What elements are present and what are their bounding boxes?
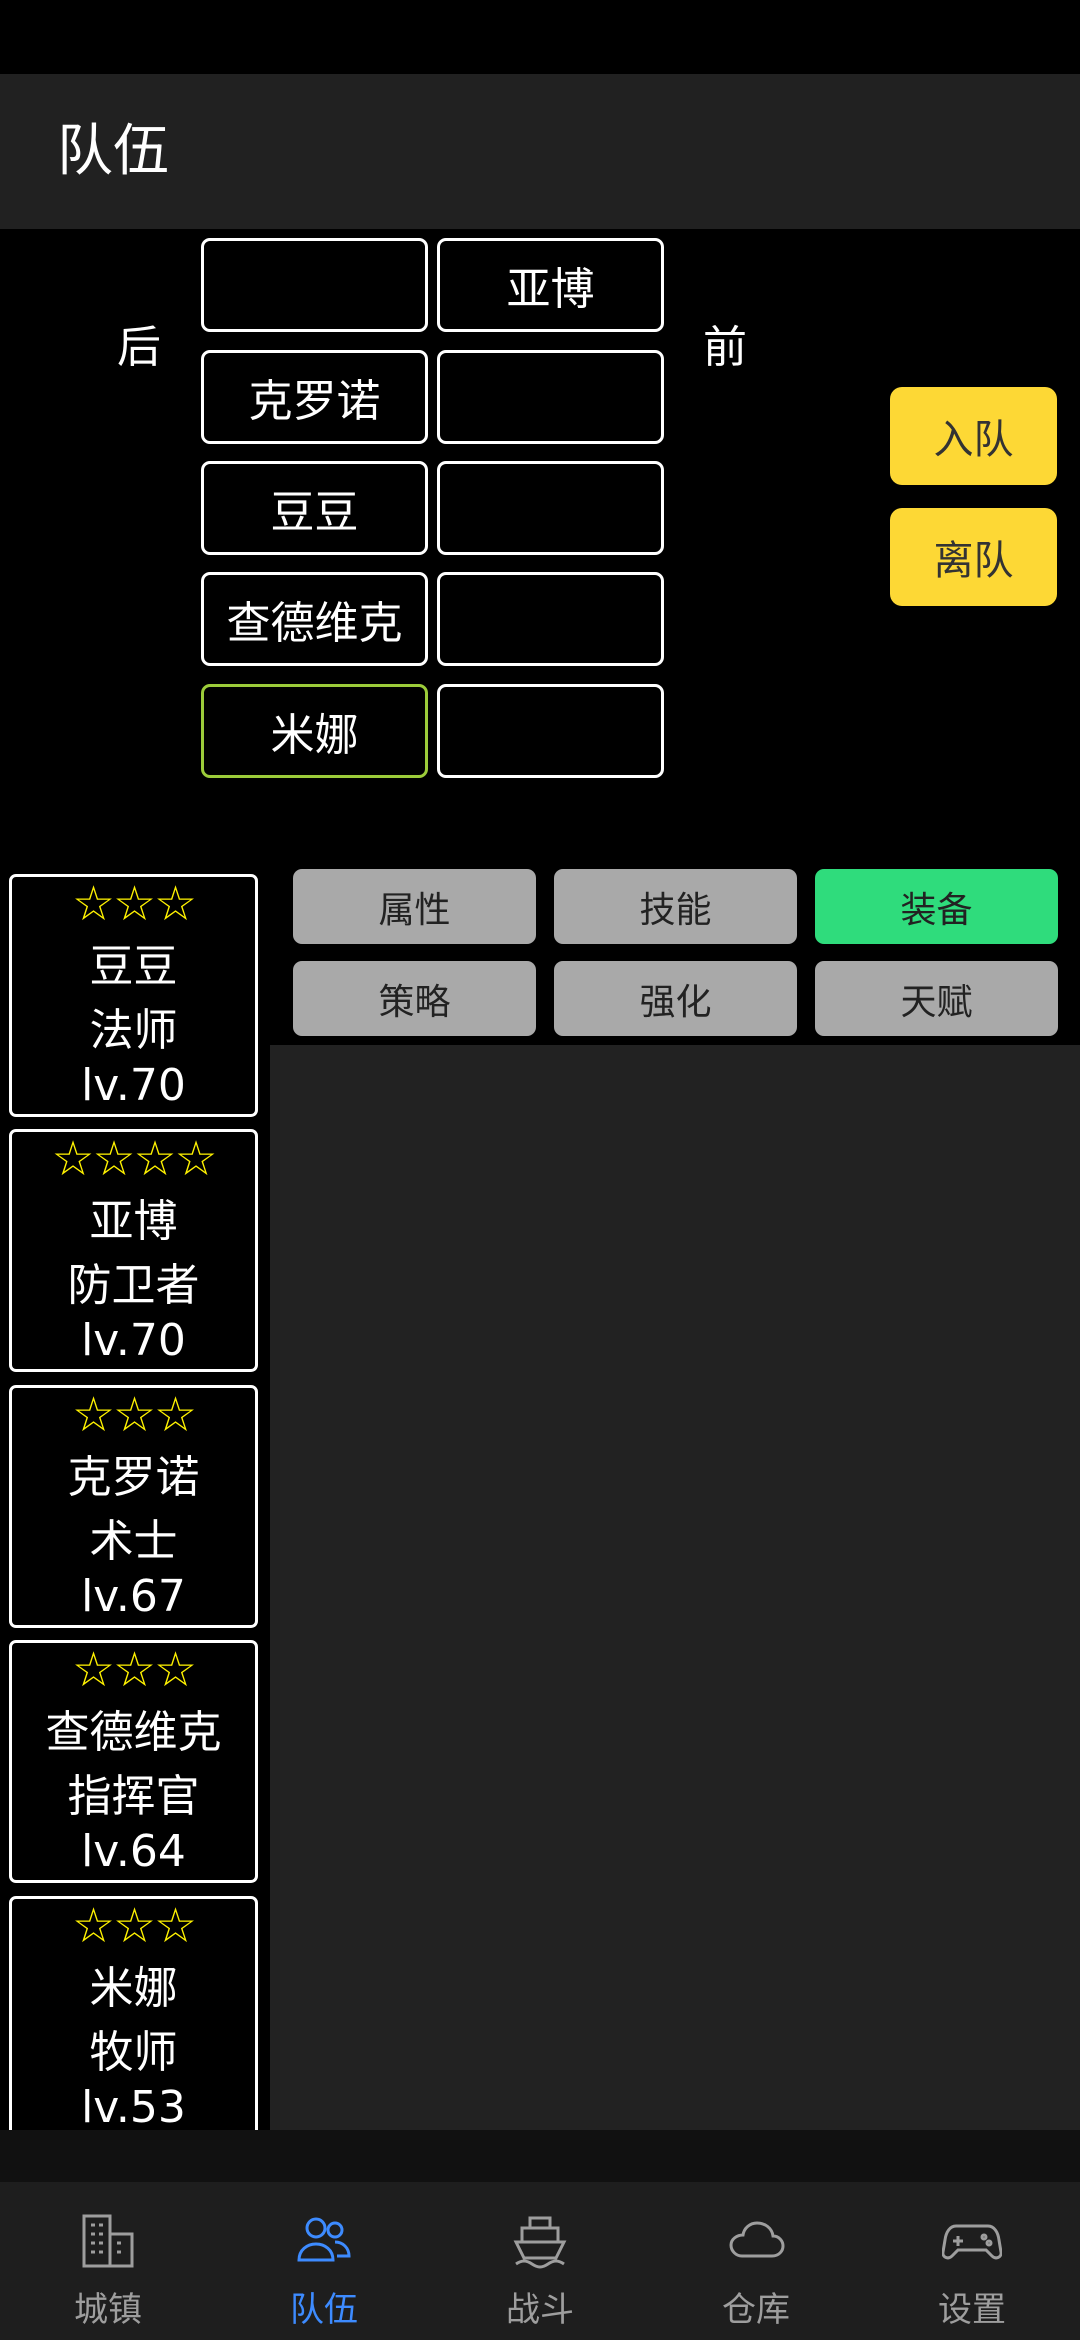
formation-slot-back-2[interactable]: 克罗诺 <box>201 350 428 444</box>
people-icon <box>297 2217 351 2262</box>
hero-name: 亚博 <box>89 1196 178 1247</box>
tab-equipment[interactable]: 装备 <box>815 869 1058 944</box>
ship-icon <box>513 2216 567 2269</box>
hero-name: 米娜 <box>89 1963 178 2014</box>
hero-class: 术士 <box>89 1516 178 1567</box>
page-title: 队伍 <box>57 119 169 184</box>
tab-attributes[interactable]: 属性 <box>293 869 536 944</box>
formation-slot-front-3[interactable] <box>437 461 664 555</box>
formation-slot-back-4[interactable]: 查德维克 <box>201 572 428 666</box>
tab-enhance[interactable]: 强化 <box>554 961 797 1036</box>
app-bar: 队伍 <box>0 74 1080 229</box>
hero-level: lv.53 <box>81 2082 186 2130</box>
formation-slot-front-4[interactable] <box>437 572 664 666</box>
hero-card[interactable]: ☆☆☆ 豆豆 法师 lv.70 <box>9 874 258 1117</box>
nav-warehouse[interactable]: 仓库 <box>648 2182 864 2340</box>
nav-settings[interactable]: 设置 <box>864 2182 1080 2340</box>
formation-panel: 后 前 亚博 克罗诺 豆豆 查德维克 米娜 入队 离队 <box>0 229 1080 859</box>
hero-card[interactable]: ☆☆☆ 米娜 牧师 lv.53 <box>9 1896 258 2130</box>
nav-label: 仓库 <box>722 2290 790 2330</box>
formation-slot-back-1[interactable] <box>201 238 428 332</box>
leave-team-button[interactable]: 离队 <box>890 508 1057 606</box>
hero-card[interactable]: ☆☆☆☆ 亚博 防卫者 lv.70 <box>9 1129 258 1372</box>
status-bar <box>0 0 1080 74</box>
formation-slot-front-5[interactable] <box>437 684 664 778</box>
hero-roster-list[interactable]: ☆☆☆ 豆豆 法师 lv.70 ☆☆☆☆ 亚博 防卫者 lv.70 ☆☆☆ 克罗… <box>0 859 268 2130</box>
hero-level: lv.67 <box>81 1571 186 1622</box>
back-row-label: 后 <box>117 322 161 373</box>
hero-class: 防卫者 <box>67 1260 200 1311</box>
detail-content <box>270 1045 1080 2130</box>
nav-label: 战斗 <box>506 2290 574 2330</box>
formation-slot-back-3[interactable]: 豆豆 <box>201 461 428 555</box>
detail-tabs: 属性 技能 装备 策略 强化 天赋 <box>270 859 1080 1045</box>
hero-level: lv.70 <box>81 1315 186 1366</box>
hero-card[interactable]: ☆☆☆ 查德维克 指挥官 lv.64 <box>9 1640 258 1883</box>
bottom-navigation: 城镇 队伍 战斗 仓库 设置 <box>0 2182 1080 2340</box>
formation-slot-front-1[interactable]: 亚博 <box>437 238 664 332</box>
gamepad-icon <box>942 2224 1002 2260</box>
cloud-icon <box>729 2221 785 2258</box>
nav-battle[interactable]: 战斗 <box>432 2182 648 2340</box>
nav-label: 队伍 <box>290 2290 358 2330</box>
divider <box>0 2130 1080 2182</box>
nav-label: 设置 <box>938 2290 1006 2330</box>
tab-strategy[interactable]: 策略 <box>293 961 536 1036</box>
hero-detail-panel: 属性 技能 装备 策略 强化 天赋 <box>270 859 1080 2130</box>
hero-class: 指挥官 <box>67 1771 200 1822</box>
star-rating: ☆☆☆☆ <box>51 1131 217 1187</box>
nav-team[interactable]: 队伍 <box>216 2182 432 2340</box>
star-rating: ☆☆☆ <box>71 1387 197 1443</box>
formation-slot-front-2[interactable] <box>437 350 664 444</box>
hero-level: lv.64 <box>81 1826 186 1877</box>
nav-town[interactable]: 城镇 <box>0 2182 216 2340</box>
nav-label: 城镇 <box>74 2290 142 2330</box>
join-team-button[interactable]: 入队 <box>890 387 1057 485</box>
tab-skills[interactable]: 技能 <box>554 869 797 944</box>
building-icon <box>82 2214 134 2268</box>
hero-class: 法师 <box>89 1005 178 1056</box>
star-rating: ☆☆☆ <box>71 876 197 932</box>
star-rating: ☆☆☆ <box>71 1642 197 1698</box>
hero-class: 牧师 <box>89 2027 178 2078</box>
hero-name: 豆豆 <box>89 941 178 992</box>
hero-name: 克罗诺 <box>67 1452 200 1503</box>
hero-card[interactable]: ☆☆☆ 克罗诺 术士 lv.67 <box>9 1385 258 1628</box>
hero-level: lv.70 <box>81 1060 186 1111</box>
formation-slot-back-5[interactable]: 米娜 <box>201 684 428 778</box>
hero-name: 查德维克 <box>45 1707 222 1758</box>
front-row-label: 前 <box>703 322 747 373</box>
star-rating: ☆☆☆ <box>71 1898 197 1954</box>
tab-talent[interactable]: 天赋 <box>815 961 1058 1036</box>
